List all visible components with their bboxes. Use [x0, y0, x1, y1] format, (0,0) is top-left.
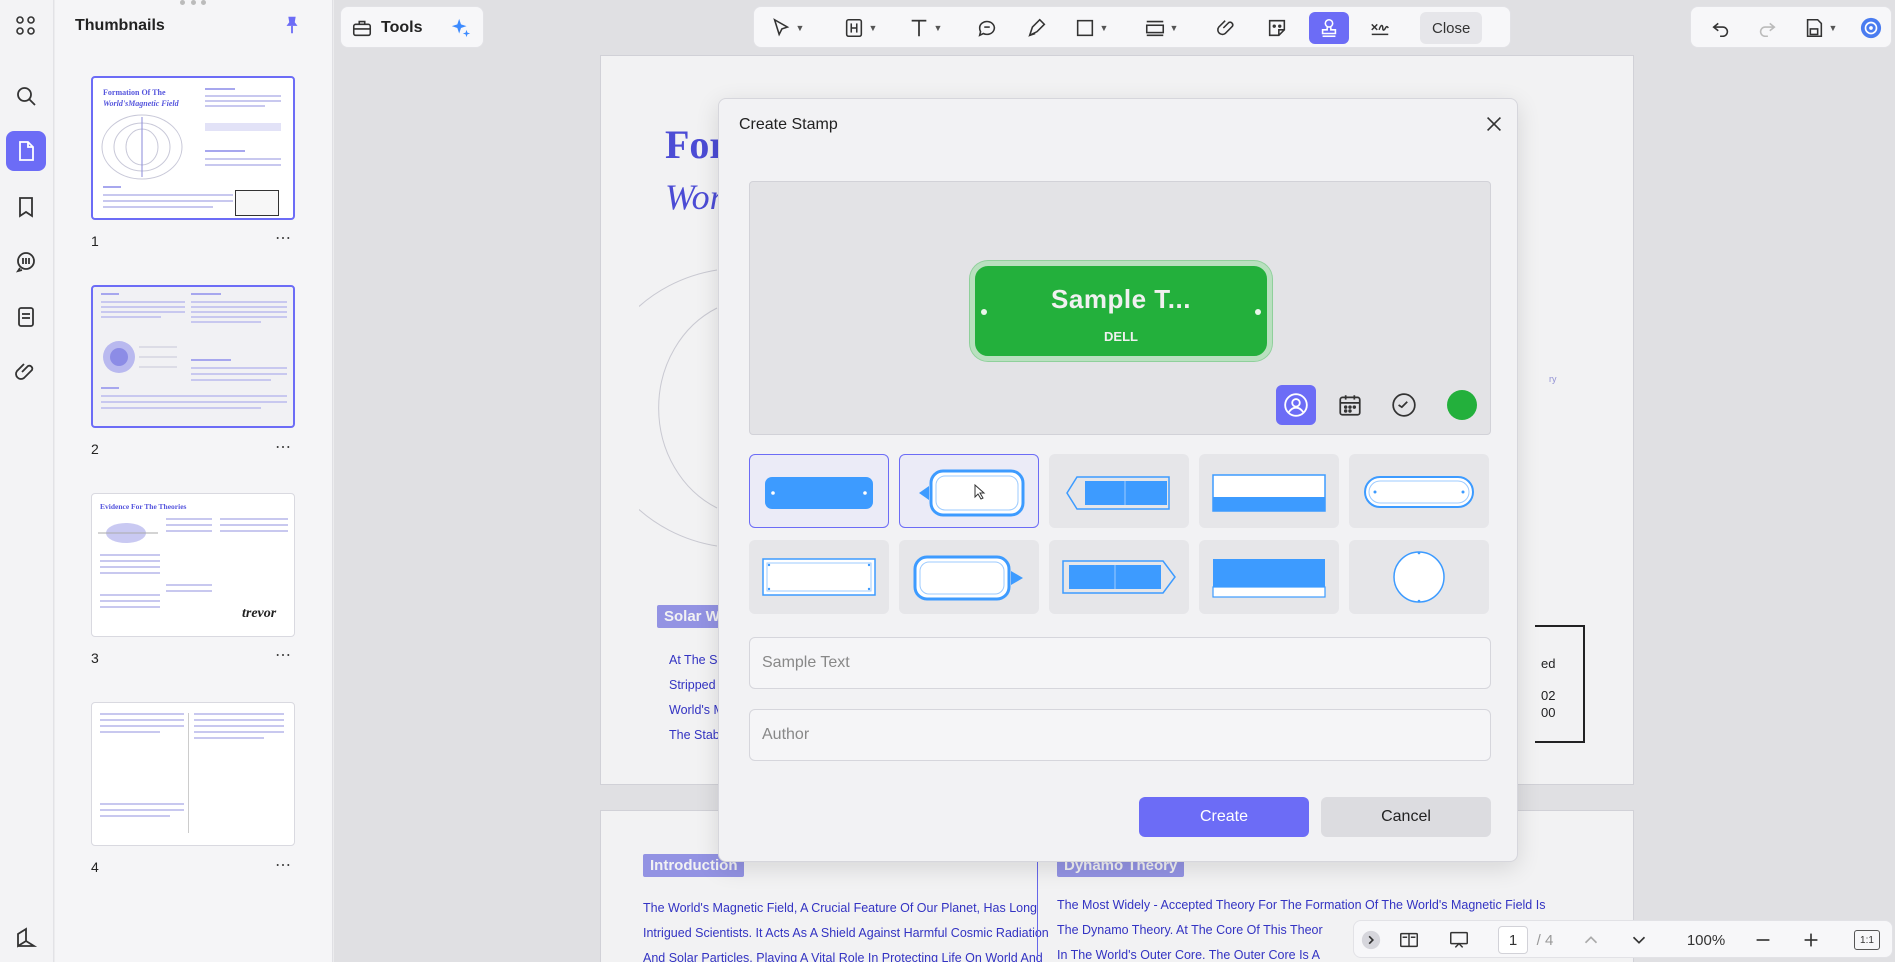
bookmark-icon[interactable]: [6, 187, 46, 227]
page-number-label: 1: [91, 233, 99, 249]
tools-label: Tools: [381, 19, 423, 36]
next-page-icon[interactable]: [1626, 926, 1652, 954]
thumbnails-page-icon[interactable]: [6, 131, 46, 171]
thumbnail-page-3[interactable]: Evidence For The Theories trevor: [91, 493, 295, 637]
search-icon[interactable]: [6, 76, 46, 116]
thumb-subtitle: World'sMagnetic Field: [103, 99, 179, 108]
page-more-button[interactable]: ⋯: [275, 228, 292, 248]
cancel-button[interactable]: Cancel: [1321, 797, 1491, 837]
calendar-icon[interactable]: [1330, 385, 1370, 425]
pencil-icon[interactable]: [1020, 12, 1054, 44]
stamp-preview: Sample T... DELL: [749, 181, 1491, 435]
stamp-preview-graphic: Sample T... DELL: [970, 261, 1272, 361]
comments-icon[interactable]: [6, 242, 46, 282]
author-input[interactable]: [749, 709, 1491, 761]
stamp-text: Sample T...: [1051, 284, 1191, 314]
create-button[interactable]: Create: [1139, 797, 1309, 837]
history-toolbar: ▼: [1690, 6, 1892, 48]
page-more-button[interactable]: ⋯: [275, 645, 292, 665]
stamp-style-2[interactable]: [899, 454, 1039, 528]
close-icon[interactable]: [1483, 113, 1505, 135]
presentation-icon[interactable]: [1444, 926, 1474, 954]
page-more-button[interactable]: ⋯: [275, 437, 292, 457]
close-button[interactable]: Close: [1420, 12, 1483, 44]
highlight-tool-button[interactable]: ▼: [837, 12, 883, 44]
annotation-toolbar: ▼ ▼ ▼ ▼ ▼ Close: [753, 6, 1511, 48]
thumb-title: Formation Of The: [103, 88, 166, 97]
color-picker-swatch[interactable]: [1447, 390, 1477, 420]
thumb-title: Evidence For The Theories: [100, 502, 187, 511]
stamp-style-6[interactable]: [749, 540, 889, 614]
apps-grid-icon[interactable]: [6, 6, 46, 46]
thumbnails-panel: Thumbnails Formation Of The World'sMagne…: [55, 0, 333, 962]
ai-sparkle-icon[interactable]: [445, 12, 477, 44]
left-rail: [0, 0, 54, 962]
collapse-chevron-icon[interactable]: [1360, 926, 1382, 954]
layers-icon[interactable]: [6, 918, 46, 958]
save-icon[interactable]: ▼: [1797, 12, 1843, 44]
thumb-diagram: [98, 523, 158, 543]
zoom-out-icon[interactable]: [1750, 926, 1776, 954]
stamp-style-10[interactable]: [1349, 540, 1489, 614]
sample-text-input[interactable]: [749, 637, 1491, 689]
dialog-title: Create Stamp: [739, 116, 838, 133]
page-number-input[interactable]: 1: [1498, 926, 1528, 954]
redo-icon[interactable]: [1751, 12, 1783, 44]
pin-icon[interactable]: [281, 14, 303, 36]
measure-tool-button[interactable]: ▼: [1138, 12, 1184, 44]
prev-page-icon[interactable]: [1578, 926, 1604, 954]
thumb-diagram: [101, 114, 183, 180]
panel-drag-handle[interactable]: [180, 0, 206, 6]
attachment-icon[interactable]: [1210, 12, 1244, 44]
thumb-diagram: [103, 341, 177, 373]
stamp-style-8[interactable]: [1049, 540, 1189, 614]
clock-icon[interactable]: [1384, 385, 1424, 425]
panel-title: Thumbnails: [75, 17, 165, 34]
text-tool-button[interactable]: ▼: [902, 12, 948, 44]
stamp-style-3[interactable]: [1049, 454, 1189, 528]
page-number-label: 2: [91, 441, 99, 457]
actual-size-button[interactable]: 1:1: [1854, 930, 1880, 950]
document-icon[interactable]: [6, 297, 46, 337]
page-number-label: 3: [91, 650, 99, 666]
user-toggle-icon[interactable]: [1276, 385, 1316, 425]
stamp-style-4[interactable]: [1199, 454, 1339, 528]
zoom-level[interactable]: 100%: [1680, 926, 1732, 954]
thumb-stamp-box: [235, 190, 279, 216]
stamp-style-9[interactable]: [1199, 540, 1339, 614]
stamp-style-1[interactable]: [749, 454, 889, 528]
stamp-style-5[interactable]: [1349, 454, 1489, 528]
attachment-icon[interactable]: [6, 352, 46, 392]
undo-icon[interactable]: [1705, 12, 1737, 44]
zoom-in-icon[interactable]: [1798, 926, 1824, 954]
page-number-label: 4: [91, 859, 99, 875]
signature-icon[interactable]: [1362, 12, 1398, 44]
thumbnail-page-1[interactable]: Formation Of The World'sMagnetic Field: [91, 76, 295, 220]
ai-assistant-icon[interactable]: [1855, 12, 1887, 44]
select-tool-button[interactable]: ▼: [764, 12, 810, 44]
create-stamp-dialog: Create Stamp Sample T... DELL Sample Tex…: [718, 98, 1518, 862]
tools-toolbar: Tools: [340, 6, 484, 48]
tools-button[interactable]: Tools: [351, 12, 431, 44]
stamp-style-7[interactable]: [899, 540, 1039, 614]
thumb-signature: trevor: [242, 606, 277, 621]
thumbnail-page-4[interactable]: [91, 702, 295, 846]
status-bar: 1 / 4 100% 1:1: [1353, 920, 1893, 958]
comment-icon[interactable]: [970, 12, 1004, 44]
page-layout-icon[interactable]: [1394, 926, 1424, 954]
shape-tool-button[interactable]: ▼: [1068, 12, 1114, 44]
thumbnail-page-2[interactable]: [91, 285, 295, 428]
stamp-icon[interactable]: [1309, 12, 1349, 44]
page-more-button[interactable]: ⋯: [275, 855, 292, 875]
stamp-author: DELL: [1104, 329, 1138, 344]
sticker-icon[interactable]: [1260, 12, 1294, 44]
page-total-label: / 4: [1536, 931, 1554, 949]
